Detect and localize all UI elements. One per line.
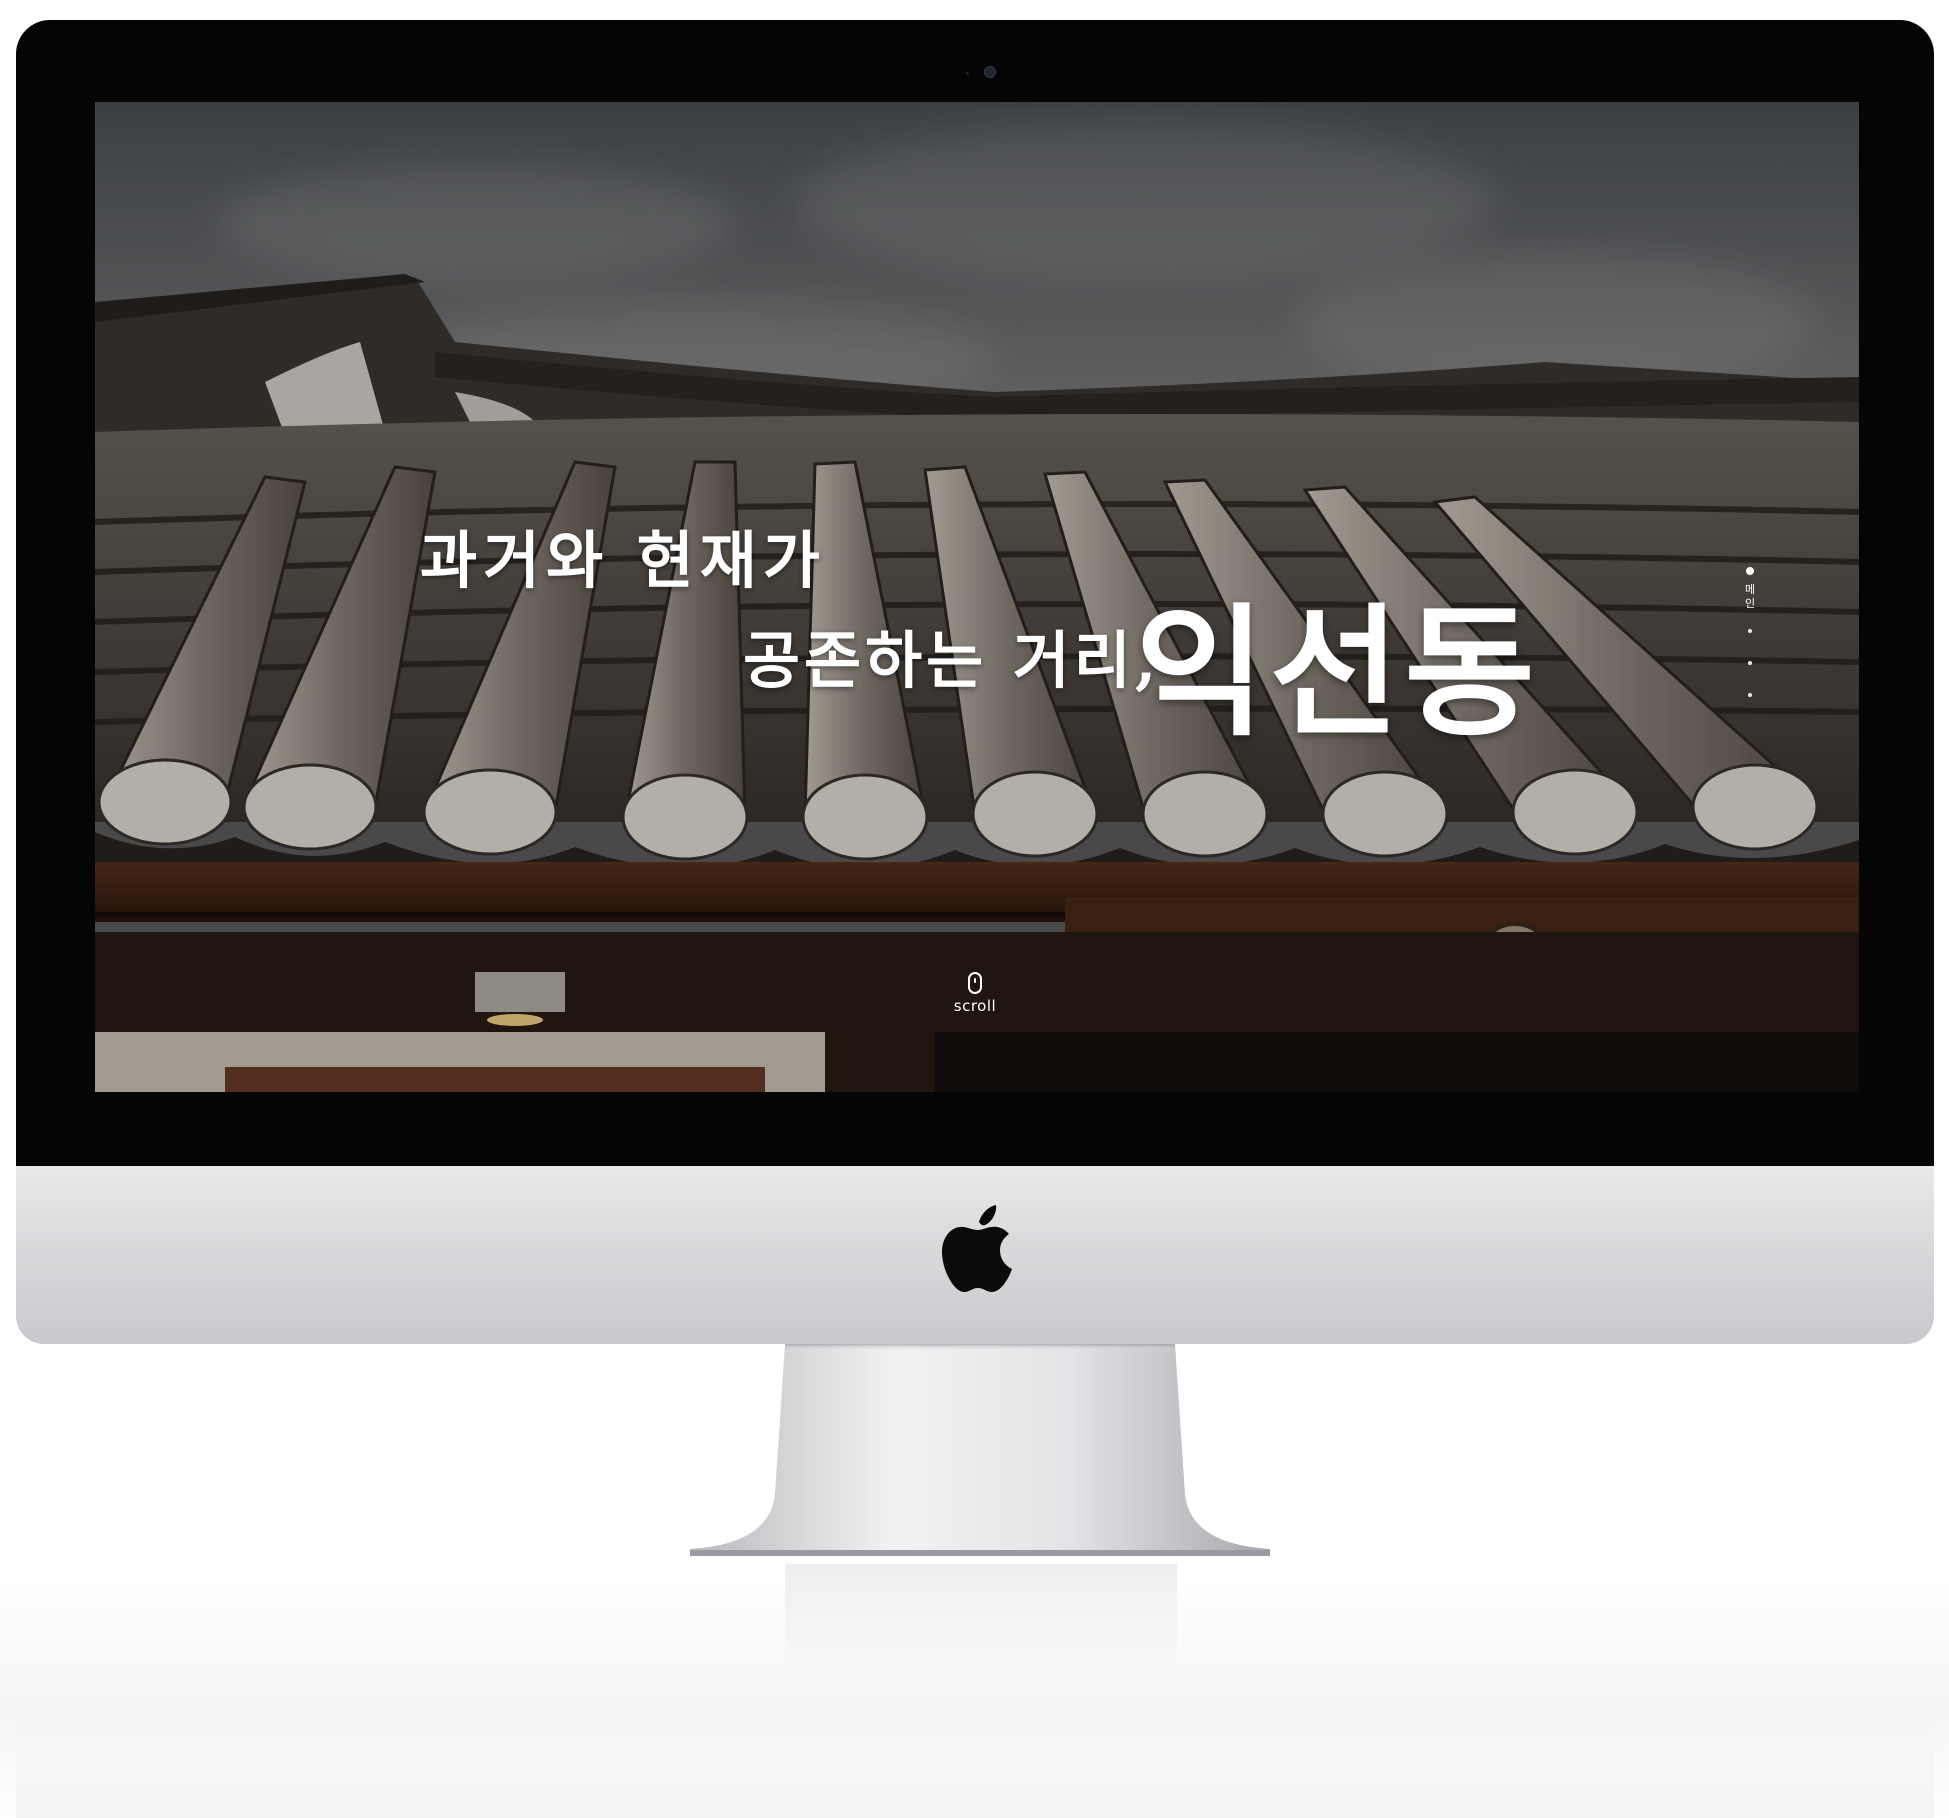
camera-icon [984,66,996,78]
website-screen: 과거와 현재가 공존하는 거리, 익선동 메인 scroll [95,102,1859,1092]
hero-title: 익선동 [1135,590,1539,756]
section-dot-main[interactable] [1746,567,1754,575]
section-dot-3[interactable] [1748,661,1752,665]
hero-line-2: 공존하는 거리, [743,624,1161,697]
hero-line-1: 과거와 현재가 [420,524,826,597]
section-label-main: 메인 [1744,583,1756,610]
scroll-indicator[interactable]: scroll [945,972,1005,1015]
section-dot-4[interactable] [1748,693,1752,697]
section-dot-2[interactable] [1748,629,1752,633]
imac-mockup: 과거와 현재가 공존하는 거리, 익선동 메인 scroll [0,0,1949,1818]
chin-reflection [16,1700,1934,1818]
scroll-label: scroll [953,997,997,1015]
section-nav: 메인 [1742,567,1758,711]
mouse-icon [968,972,982,994]
monitor-stand [690,1344,1270,1556]
apple-logo-icon [942,1205,1012,1292]
dark-overlay [95,102,1859,1092]
sensor-dot [966,72,969,75]
